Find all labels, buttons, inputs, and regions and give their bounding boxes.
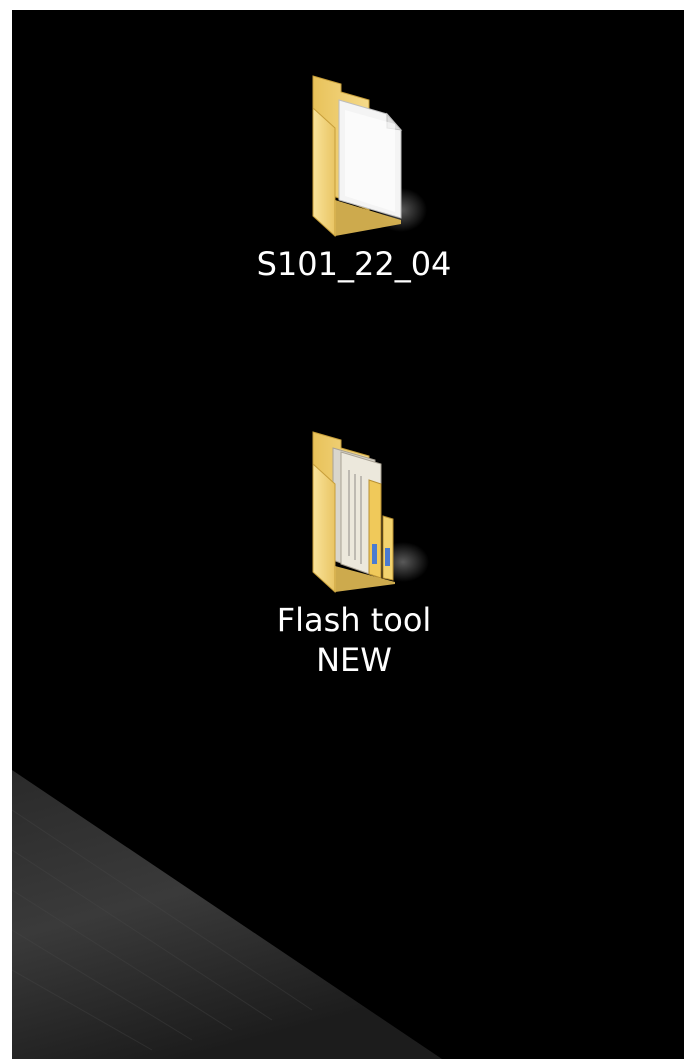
folder-label: Flash tool NEW bbox=[276, 601, 432, 679]
desktop[interactable]: S101_22_04 Flash tool NEW bbox=[12, 10, 684, 1059]
folder-with-document-icon bbox=[312, 75, 427, 238]
folder-label: S101_22_04 bbox=[256, 245, 452, 283]
desktop-icon-folder-flash-tool[interactable]: Flash tool NEW bbox=[234, 426, 474, 680]
desktop-icon-folder-s101[interactable]: S101_22_04 bbox=[234, 70, 474, 284]
folder-with-files-icon bbox=[312, 431, 429, 594]
